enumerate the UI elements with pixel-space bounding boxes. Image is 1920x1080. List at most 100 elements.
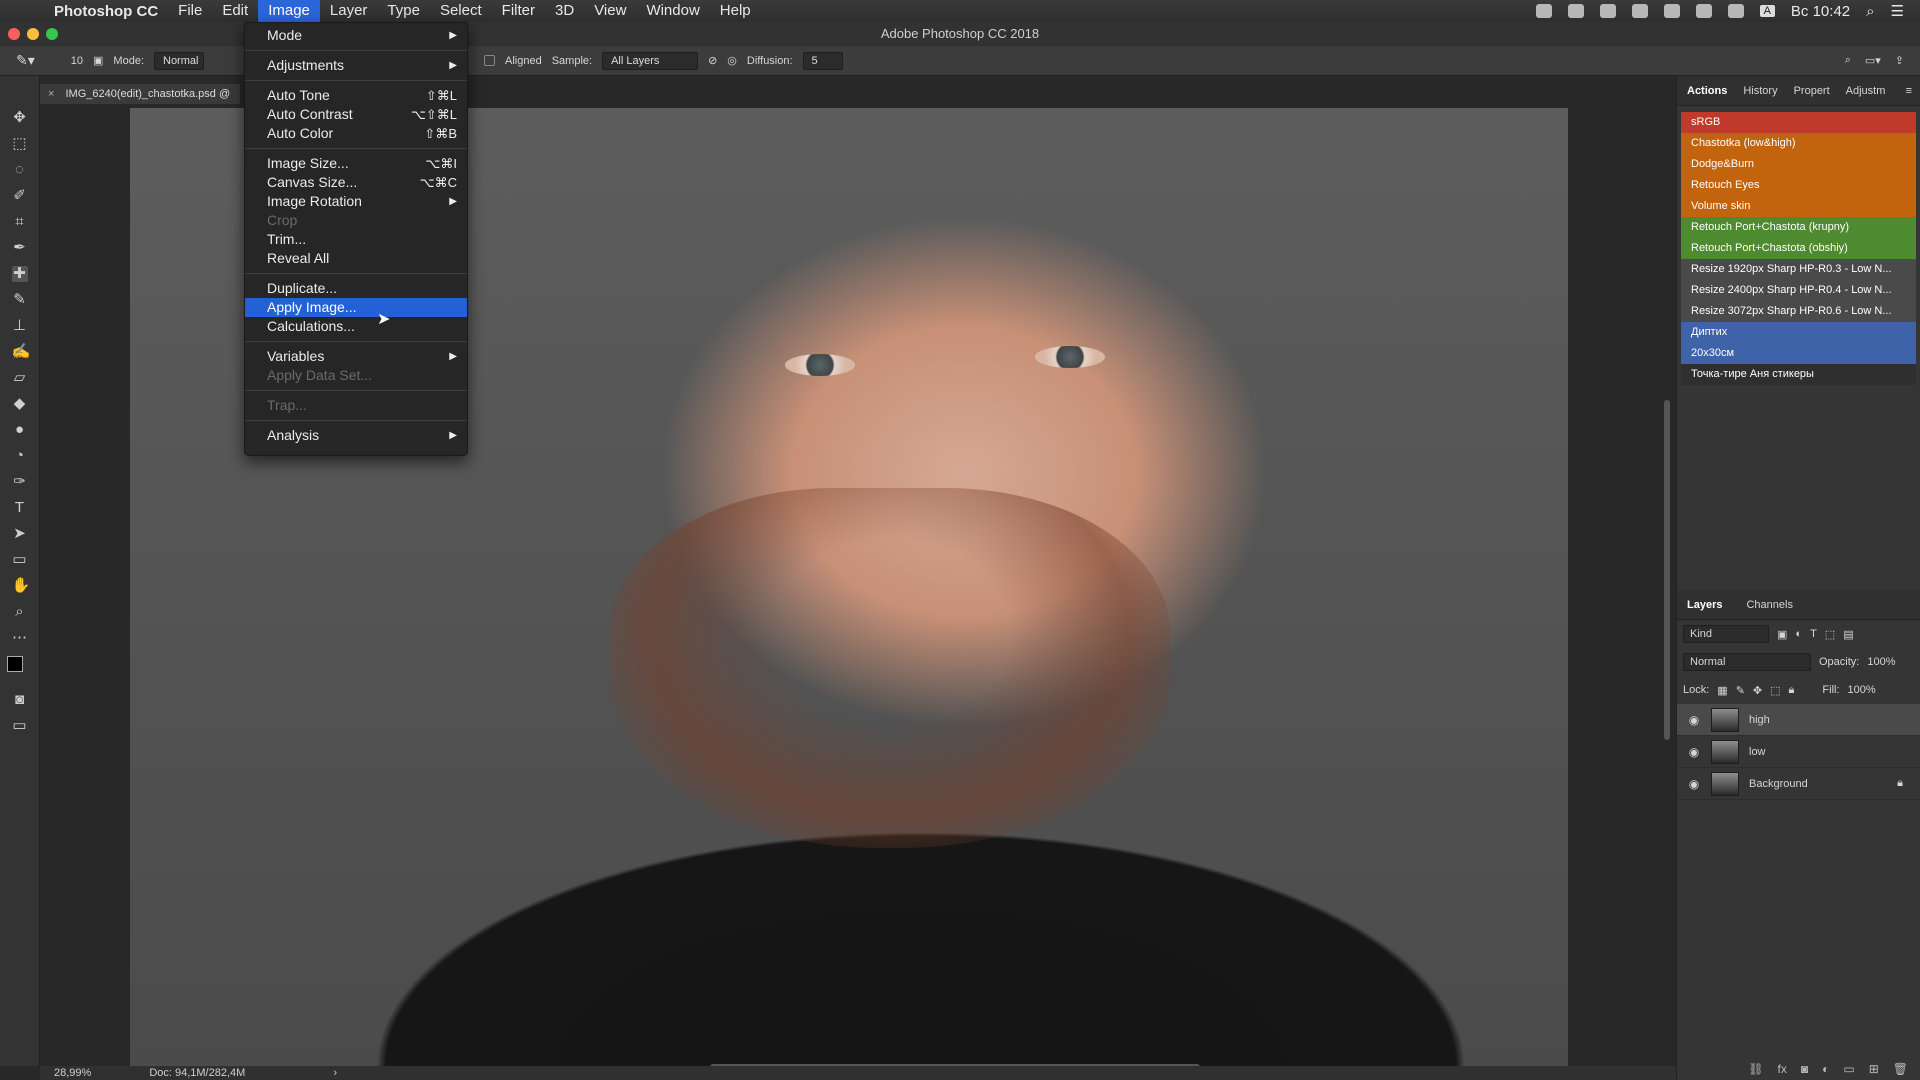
menu-help[interactable]: Help xyxy=(710,0,761,22)
paint-bucket-icon[interactable]: ◆ xyxy=(12,396,28,412)
stamp-icon[interactable]: ⊥ xyxy=(12,318,28,334)
opacity-value[interactable]: 100% xyxy=(1867,656,1895,668)
fill-value[interactable]: 100% xyxy=(1848,684,1876,696)
menu-image[interactable]: Image xyxy=(258,0,320,22)
layer-name[interactable]: high xyxy=(1749,714,1770,726)
search-icon[interactable]: ⌕ xyxy=(1845,54,1851,67)
image-menu-item-trim[interactable]: Trim... xyxy=(245,230,467,249)
image-menu-item-reveal-all[interactable]: Reveal All xyxy=(245,249,467,268)
visibility-eye-icon[interactable]: ◉ xyxy=(1687,777,1701,791)
image-menu-item-analysis[interactable]: Analysis ▶ xyxy=(245,426,467,445)
filter-adjustment-icon[interactable]: ◐ xyxy=(1795,628,1802,640)
image-menu-item-mode[interactable]: Mode ▶ xyxy=(245,26,467,45)
layer-kind-filter[interactable]: Kind xyxy=(1683,625,1769,643)
diffusion-select[interactable]: 5 xyxy=(802,51,843,70)
sample-select[interactable]: All Layers xyxy=(602,51,699,70)
link-layers-icon[interactable]: ⛓ xyxy=(1748,1062,1763,1076)
filter-image-icon[interactable]: ▣ xyxy=(1777,628,1787,641)
action-item[interactable]: Retouch Port+Chastota (obshiy) xyxy=(1681,238,1916,259)
menu-file[interactable]: File xyxy=(168,0,212,22)
share-icon[interactable]: ⇪ xyxy=(1895,54,1904,67)
image-menu-item-auto-tone[interactable]: Auto Tone ⇧⌘L xyxy=(245,86,467,105)
minimize-window-button[interactable] xyxy=(27,28,39,40)
image-menu-item-calculations[interactable]: Calculations... xyxy=(245,317,467,336)
eyedropper-icon[interactable]: ✒ xyxy=(12,240,28,256)
eject-icon[interactable] xyxy=(1695,4,1712,18)
healing-brush-icon[interactable]: ✚ xyxy=(11,266,28,282)
action-item[interactable]: Resize 1920px Sharp HP-R0.3 - Low N... xyxy=(1681,259,1916,280)
action-item[interactable]: Resize 2400px Sharp HP-R0.4 - Low N... xyxy=(1681,280,1916,301)
action-item[interactable]: Dodge&Burn xyxy=(1681,154,1916,175)
delete-layer-icon[interactable]: 🗑︎ xyxy=(1893,1062,1908,1076)
layer-name[interactable]: Background xyxy=(1749,778,1808,790)
lasso-icon[interactable]: ◌ xyxy=(12,162,28,178)
zoom-level[interactable]: 28,99% xyxy=(54,1066,91,1080)
dodge-icon[interactable]: ◔ xyxy=(12,448,28,464)
blur-icon[interactable]: ● xyxy=(12,422,28,438)
lock-pixels-icon[interactable]: ▦ xyxy=(1717,684,1727,697)
app-icon[interactable] xyxy=(1599,4,1616,18)
volume-icon[interactable] xyxy=(1727,4,1744,18)
image-menu-item-variables[interactable]: Variables ▶ xyxy=(245,347,467,366)
action-item[interactable]: Volume skin xyxy=(1681,196,1916,217)
pressure-icon[interactable]: ◎ xyxy=(727,54,737,67)
layer-row[interactable]: ◉ high xyxy=(1677,704,1920,736)
path-select-icon[interactable]: ➤ xyxy=(12,526,28,542)
action-item[interactable]: Точка-тире Аня стикеры xyxy=(1681,364,1916,385)
tab-actions[interactable]: Actions xyxy=(1687,85,1727,97)
action-item[interactable]: Chastotka (low&high) xyxy=(1681,133,1916,154)
hand-icon[interactable]: ✋ xyxy=(12,578,31,594)
menu-window[interactable]: Window xyxy=(636,0,709,22)
filter-type-icon[interactable]: T xyxy=(1810,628,1817,640)
record-icon[interactable] xyxy=(1535,4,1552,18)
zoom-window-button[interactable] xyxy=(46,28,58,40)
image-menu-item-duplicate[interactable]: Duplicate... xyxy=(245,279,467,298)
action-item[interactable]: 20x30см xyxy=(1681,343,1916,364)
spotlight-icon[interactable]: ⌕ xyxy=(1866,3,1874,20)
shape-icon[interactable]: ▭ xyxy=(12,552,28,568)
tab-adjustm[interactable]: Adjustm xyxy=(1846,85,1886,97)
quick-mask-icon[interactable]: ◙ xyxy=(12,692,28,708)
tab-history[interactable]: History xyxy=(1743,85,1777,97)
menu-edit[interactable]: Edit xyxy=(212,0,258,22)
brush-icon[interactable]: ✎ xyxy=(12,292,28,308)
input-source-indicator[interactable]: A xyxy=(1759,5,1775,17)
action-item[interactable]: Resize 3072px Sharp HP-R0.6 - Low N... xyxy=(1681,301,1916,322)
type-icon[interactable]: T xyxy=(12,500,28,516)
aligned-checkbox[interactable] xyxy=(484,55,495,66)
visibility-eye-icon[interactable]: ◉ xyxy=(1687,713,1701,727)
action-item[interactable]: sRGB xyxy=(1681,112,1916,133)
close-window-button[interactable] xyxy=(8,28,20,40)
layer-row[interactable]: ◉ low xyxy=(1677,736,1920,768)
tab-propert[interactable]: Propert xyxy=(1794,85,1830,97)
menu-select[interactable]: Select xyxy=(430,0,492,22)
marquee-icon[interactable]: ⬚ xyxy=(12,136,28,152)
image-menu-item-image-size[interactable]: Image Size... ⌥⌘I xyxy=(245,154,467,173)
eraser-icon[interactable]: ▱ xyxy=(12,370,28,386)
menu-type[interactable]: Type xyxy=(377,0,430,22)
document-tab[interactable]: × IMG_6240(edit)_chastotka.psd @ xyxy=(40,84,240,104)
screen-mode-icon[interactable]: ▭ xyxy=(12,718,28,734)
action-item[interactable]: Retouch Port+Chastota (krupny) xyxy=(1681,217,1916,238)
brush-size[interactable]: 10 xyxy=(71,55,83,67)
menu-layer[interactable]: Layer xyxy=(320,0,378,22)
layer-name[interactable]: low xyxy=(1749,746,1766,758)
blend-mode-select[interactable]: Normal xyxy=(1683,653,1811,671)
mode-select[interactable]: Normal xyxy=(154,51,204,70)
clock[interactable]: Вс 10:42 xyxy=(1791,3,1850,20)
menu-view[interactable]: View xyxy=(584,0,636,22)
creative-cloud-icon[interactable] xyxy=(1567,4,1584,18)
quick-select-icon[interactable]: ✐ xyxy=(12,188,28,204)
panel-menu-icon[interactable]: ≡ xyxy=(1906,85,1920,97)
layer-row[interactable]: ◉ Background 🔒︎ xyxy=(1677,768,1920,800)
image-menu-item-image-rotation[interactable]: Image Rotation ▶ xyxy=(245,192,467,211)
new-adjustment-icon[interactable]: ◐ xyxy=(1822,1062,1829,1076)
status-arrow-icon[interactable]: › xyxy=(333,1066,337,1080)
menu-filter[interactable]: Filter xyxy=(492,0,545,22)
pen-icon[interactable]: ✑ xyxy=(12,474,28,490)
image-menu-item-canvas-size[interactable]: Canvas Size... ⌥⌘C xyxy=(245,173,467,192)
image-menu-item-adjustments[interactable]: Adjustments ▶ xyxy=(245,56,467,75)
notification-center-icon[interactable]: ☰ xyxy=(1891,2,1904,20)
image-menu-item-auto-contrast[interactable]: Auto Contrast ⌥⇧⌘L xyxy=(245,105,467,124)
brush-settings-icon[interactable]: ▣ xyxy=(93,54,103,67)
